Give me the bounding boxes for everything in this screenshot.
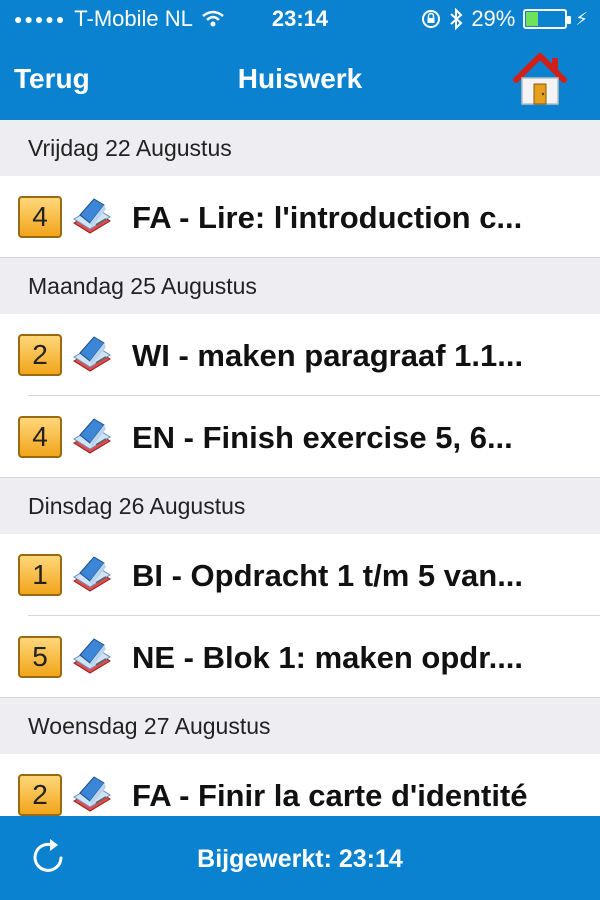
bottom-bar: Bijgewerkt: 23:14 (0, 816, 600, 900)
homework-item[interactable]: 5 NE - Blok 1: maken opdr.... (0, 616, 600, 698)
homework-book-icon (73, 556, 111, 592)
section-header: Woensdag 27 Augustus (0, 698, 600, 754)
bluetooth-icon (450, 8, 463, 30)
rotation-lock-icon (422, 10, 441, 28)
homework-item[interactable]: 4 EN - Finish exercise 5, 6... (0, 396, 600, 478)
homework-book-icon (73, 418, 111, 454)
lesson-hour-badge: 2 (18, 334, 62, 376)
section-header: Maandag 25 Augustus (0, 258, 600, 314)
homework-title: WI - maken paragraaf 1.1... (132, 338, 524, 373)
lesson-hour-badge: 4 (18, 196, 62, 238)
lesson-hour-badge: 4 (18, 416, 62, 458)
navigation-bar: Terug Huiswerk (0, 40, 600, 120)
homework-list[interactable]: Vrijdag 22 Augustus 4 FA - Lire: l'intro… (0, 120, 600, 816)
homework-title: NE - Blok 1: maken opdr.... (132, 640, 524, 675)
battery-level-fill (526, 12, 538, 26)
section-header: Vrijdag 22 Augustus (0, 120, 600, 176)
lesson-hour-badge: 1 (18, 554, 62, 596)
homework-book-icon (73, 198, 111, 234)
homework-title: EN - Finish exercise 5, 6... (132, 420, 513, 455)
charging-icon: ⚡ (575, 8, 588, 29)
last-updated-text: Bijgewerkt: 23:14 (197, 845, 403, 873)
home-icon[interactable] (510, 50, 570, 108)
homework-item[interactable]: 1 BI - Opdracht 1 t/m 5 van... (0, 534, 600, 616)
section-header: Dinsdag 26 Augustus (0, 478, 600, 534)
homework-title: FA - Finir la carte d'identité (132, 778, 528, 813)
battery-icon (523, 9, 572, 29)
homework-title: BI - Opdracht 1 t/m 5 van... (132, 558, 524, 593)
homework-book-icon (73, 638, 111, 674)
homework-book-icon (73, 776, 111, 812)
homework-item[interactable]: 4 FA - Lire: l'introduction c... (0, 176, 600, 258)
top-bar: ●●●●● T-Mobile NL 23:14 29% ⚡ Terug Huis… (0, 0, 600, 120)
status-bar: ●●●●● T-Mobile NL 23:14 29% ⚡ (0, 0, 600, 40)
homework-item[interactable]: 2 WI - maken paragraaf 1.1... (0, 314, 600, 396)
homework-title: FA - Lire: l'introduction c... (132, 200, 523, 235)
homework-book-icon (73, 336, 111, 372)
lesson-hour-badge: 5 (18, 636, 62, 678)
battery-percentage: 29% (471, 6, 516, 31)
lesson-hour-badge: 2 (18, 774, 62, 816)
homework-item[interactable]: 2 FA - Finir la carte d'identité (0, 754, 600, 816)
